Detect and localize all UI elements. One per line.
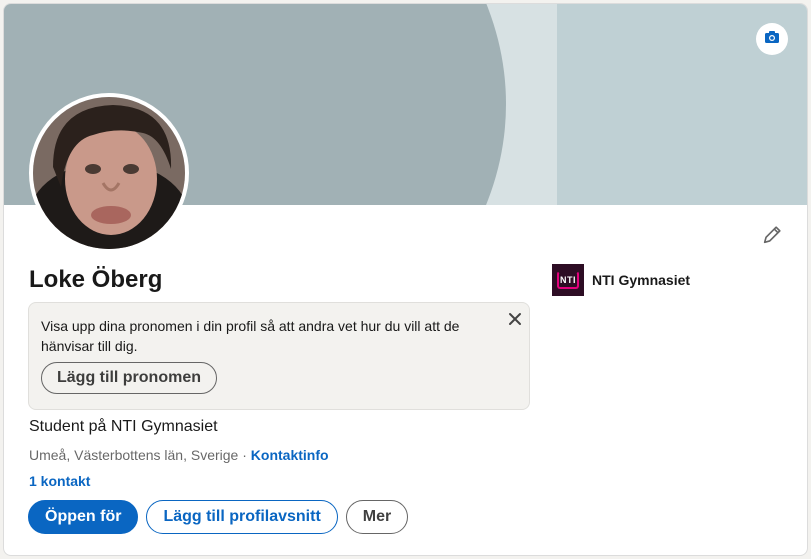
profile-photo[interactable] [29, 93, 189, 253]
profile-location: Umeå, Västerbottens län, Sverige [29, 447, 239, 463]
pronoun-prompt-text: Visa upp dina pronomen i din profil så a… [41, 318, 460, 354]
more-button[interactable]: Mer [345, 500, 409, 534]
logo-ring [557, 271, 579, 289]
profile-card: Loke Öberg NTI NTI Gymnasiet Visa upp di… [3, 3, 808, 556]
close-icon [508, 312, 522, 331]
add-pronoun-button[interactable]: Lägg till pronomen [41, 362, 217, 394]
organization-logo: NTI [552, 264, 584, 296]
camera-icon [764, 29, 780, 50]
contact-info-link[interactable]: Kontaktinfo [251, 447, 329, 463]
profile-photo-image [33, 97, 185, 249]
edit-banner-button[interactable] [756, 23, 788, 55]
organization-link[interactable]: NTI NTI Gymnasiet [552, 264, 690, 296]
profile-headline: Student på NTI Gymnasiet [29, 418, 218, 435]
add-profile-section-button[interactable]: Lägg till profilavsnitt [146, 500, 338, 534]
open-to-button[interactable]: Öppen för [28, 500, 139, 534]
connections-link[interactable]: 1 kontakt [29, 473, 90, 489]
profile-location-row: Umeå, Västerbottens län, Sverige · Konta… [29, 447, 329, 463]
pronoun-prompt: Visa upp dina pronomen i din profil så a… [28, 302, 530, 410]
profile-actions: Öppen för Lägg till profilavsnitt Mer [28, 500, 409, 534]
edit-intro-button[interactable] [756, 221, 788, 253]
dismiss-pronoun-button[interactable] [503, 309, 527, 333]
organization-name: NTI Gymnasiet [592, 272, 691, 288]
profile-name: Loke Öberg [29, 266, 163, 293]
location-separator: · [238, 447, 251, 463]
pencil-icon [761, 224, 783, 251]
